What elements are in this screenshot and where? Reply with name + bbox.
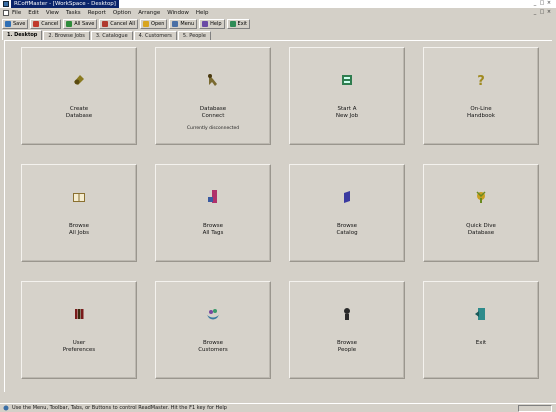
new-job-button[interactable]: Start A New Job xyxy=(289,47,405,145)
maximize-icon[interactable]: □ xyxy=(539,0,545,6)
browse-customers-button[interactable]: Browse Customers xyxy=(155,281,271,379)
menu-tasks[interactable]: Tasks xyxy=(66,10,81,16)
svg-text:?: ? xyxy=(477,74,485,88)
cancel-all-icon xyxy=(102,20,109,27)
browse-customers-label: Browse Customers xyxy=(198,340,228,353)
open-button-label: Open xyxy=(151,20,165,27)
create-database-label: Create Database xyxy=(65,106,93,119)
toolbar: Save Cancel All Save Cancel All Open Men… xyxy=(2,18,250,29)
browse-jobs-label: Browse All Jobs xyxy=(68,223,90,236)
help-icon xyxy=(202,20,209,27)
connection-status-text: Currently disconnected xyxy=(186,126,240,131)
minimize-icon[interactable]: _ xyxy=(532,0,538,6)
menu-edit[interactable]: Edit xyxy=(28,10,39,16)
person-icon xyxy=(344,308,350,320)
database-connect-icon xyxy=(208,74,217,86)
menu-option[interactable]: Option xyxy=(113,10,131,16)
new-job-label: Start A New Job xyxy=(335,106,359,119)
status-info-icon xyxy=(3,405,9,411)
menu-icon xyxy=(172,20,179,27)
browse-catalog-button[interactable]: Browse Catalog xyxy=(289,164,405,262)
database-connect-label: Database Connect xyxy=(199,106,227,119)
database-connect-button[interactable]: Database Connect Currently disconnected xyxy=(155,47,271,145)
book-icon xyxy=(73,193,85,202)
doc-minimize-icon[interactable]: _ xyxy=(532,9,538,15)
window-title: RCoffMaster - [WorkSpace - Desktop] xyxy=(11,0,119,8)
save-icon xyxy=(5,20,11,27)
menu-bar: File Edit View Tasks Report Option Arran… xyxy=(0,9,556,17)
open-icon xyxy=(143,20,150,27)
exit-button-label: Exit xyxy=(237,20,247,27)
preferences-icon xyxy=(75,309,84,319)
window-controls: _ □ × xyxy=(532,0,552,6)
cancel-button-label: Cancel xyxy=(41,20,59,27)
menu-report[interactable]: Report xyxy=(88,10,106,16)
browse-catalog-label: Browse Catalog xyxy=(336,223,358,236)
quick-dive-icon xyxy=(476,191,486,203)
menu-arrange[interactable]: Arrange xyxy=(138,10,160,16)
open-button[interactable]: Open xyxy=(140,18,168,29)
save-button[interactable]: Save xyxy=(2,18,29,29)
help-button-label: Help xyxy=(210,20,222,27)
quick-dive-button[interactable]: Quick Dive Database xyxy=(423,164,539,262)
app-icon[interactable] xyxy=(3,1,9,7)
close-icon[interactable]: × xyxy=(546,0,552,6)
status-bar: Use the Menu, Toolbar, Tabs, or Buttons … xyxy=(0,403,556,412)
menu-view[interactable]: View xyxy=(46,10,59,16)
doc-close-icon[interactable]: × xyxy=(546,9,552,15)
menu-button-label: Menu xyxy=(180,20,195,27)
preferences-button[interactable]: User Preferences xyxy=(21,281,137,379)
browse-tags-button[interactable]: Browse All Tags xyxy=(155,164,271,262)
cancel-all-button-label: Cancel All xyxy=(110,20,136,27)
tab-people[interactable]: 5. People xyxy=(177,31,211,40)
doc-restore-icon[interactable]: □ xyxy=(539,9,545,15)
tag-icon xyxy=(208,190,217,203)
catalog-icon xyxy=(344,191,350,203)
browse-people-label: Browse People xyxy=(336,340,358,353)
document-window-controls: _ □ × xyxy=(532,9,552,15)
all-save-button[interactable]: All Save xyxy=(63,18,98,29)
title-bar: RCoffMaster - [WorkSpace - Desktop] xyxy=(0,0,556,8)
tab-browse-jobs[interactable]: 2. Browse Jobs xyxy=(43,31,90,40)
handbook-button[interactable]: ? On-Line Handbook xyxy=(423,47,539,145)
exit-icon xyxy=(229,20,236,27)
all-save-icon xyxy=(66,20,73,27)
exit-tile-label: Exit xyxy=(475,340,487,346)
tab-desktop[interactable]: 1. Desktop xyxy=(2,30,43,40)
exit-door-icon xyxy=(475,308,485,320)
status-pane xyxy=(518,405,552,412)
help-button[interactable]: Help xyxy=(199,18,225,29)
cancel-icon xyxy=(33,20,40,27)
create-database-button[interactable]: Create Database xyxy=(21,47,137,145)
document-icon[interactable] xyxy=(3,10,9,16)
question-mark-icon: ? xyxy=(477,74,485,88)
tab-catalogue[interactable]: 3. Catalogue xyxy=(90,31,133,40)
cancel-all-button[interactable]: Cancel All xyxy=(99,18,139,29)
exit-tile-button[interactable]: Exit xyxy=(423,281,539,379)
browse-people-button[interactable]: Browse People xyxy=(289,281,405,379)
all-save-button-label: All Save xyxy=(74,20,95,27)
quick-dive-label: Quick Dive Database xyxy=(466,223,496,236)
browse-tags-label: Browse All Tags xyxy=(202,223,224,236)
browse-jobs-button[interactable]: Browse All Jobs xyxy=(21,164,137,262)
create-database-icon xyxy=(74,75,84,85)
tab-customers[interactable]: 4. Customers xyxy=(133,31,177,40)
cancel-button[interactable]: Cancel xyxy=(30,18,62,29)
tab-strip: 1. Desktop 2. Browse Jobs 3. Catalogue 4… xyxy=(2,30,212,40)
menu-window[interactable]: Window xyxy=(167,10,189,16)
menu-help[interactable]: Help xyxy=(196,10,209,16)
exit-button[interactable]: Exit xyxy=(226,18,250,29)
new-job-icon xyxy=(342,75,352,85)
customers-icon xyxy=(207,309,219,320)
save-button-label: Save xyxy=(13,20,26,27)
menu-button[interactable]: Menu xyxy=(169,18,198,29)
desktop-panel: Create Database Database Connect Current… xyxy=(4,40,552,392)
preferences-label: User Preferences xyxy=(62,340,96,353)
status-text: Use the Menu, Toolbar, Tabs, or Buttons … xyxy=(12,405,227,411)
handbook-label: On-Line Handbook xyxy=(467,106,495,119)
menu-file[interactable]: File xyxy=(12,10,21,16)
